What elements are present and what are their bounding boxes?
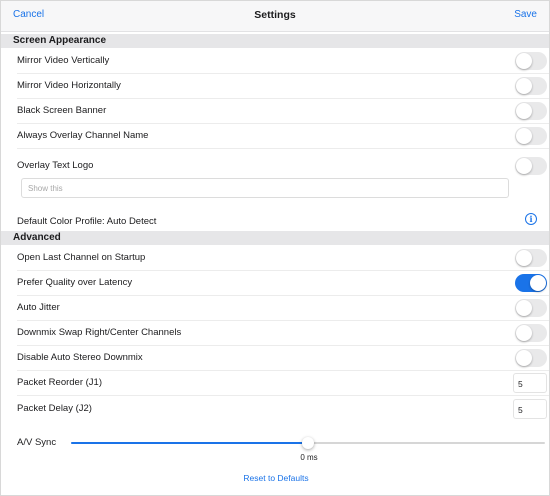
row-label: Auto Jitter: [17, 302, 60, 313]
toggle-knob: [516, 103, 532, 119]
row-label: Downmix Swap Right/Center Channels: [17, 327, 182, 338]
section-header-screen-appearance: Screen Appearance: [1, 34, 549, 48]
row-open-last-channel: Open Last Channel on Startup: [1, 246, 549, 271]
row-overlay-channel-name: Always Overlay Channel Name: [1, 124, 549, 149]
row-label: Prefer Quality over Latency: [17, 277, 133, 288]
mirror-vertical-toggle[interactable]: [515, 52, 547, 70]
save-button[interactable]: Save: [514, 9, 537, 20]
mirror-horizontal-toggle[interactable]: [515, 77, 547, 95]
row-label: Mirror Video Vertically: [17, 55, 110, 66]
color-profile-label: Default Color Profile: Auto Detect: [17, 216, 157, 227]
av-sync-slider-fill: [71, 442, 308, 444]
toggle-knob: [516, 250, 532, 266]
downmix-swap-toggle[interactable]: [515, 324, 547, 342]
row-label: Disable Auto Stereo Downmix: [17, 352, 143, 363]
av-sync-label: A/V Sync: [17, 437, 57, 448]
section-title: Advanced: [13, 232, 61, 243]
overlay-channel-name-toggle[interactable]: [515, 127, 547, 145]
section-title: Screen Appearance: [13, 35, 107, 46]
row-black-screen-banner: Black Screen Banner: [1, 99, 549, 124]
row-mirror-vertical: Mirror Video Vertically: [1, 49, 549, 74]
info-icon[interactable]: i: [525, 213, 537, 225]
auto-jitter-toggle[interactable]: [515, 299, 547, 317]
page-title: Settings: [254, 9, 296, 21]
row-overlay-text-logo: Overlay Text Logo: [1, 154, 549, 179]
row-prefer-quality: Prefer Quality over Latency: [1, 271, 549, 296]
toggle-knob: [516, 53, 532, 69]
row-label: Black Screen Banner: [17, 105, 107, 116]
row-label: Open Last Channel on Startup: [17, 252, 146, 263]
toggle-knob: [516, 350, 532, 366]
logo-text-input[interactable]: [21, 178, 509, 198]
row-label: Always Overlay Channel Name: [17, 130, 149, 141]
packet-reorder-input[interactable]: 5: [513, 373, 547, 393]
toggle-knob: [516, 78, 532, 94]
row-label: Packet Reorder (J1): [17, 377, 103, 388]
row-label: Overlay Text Logo: [17, 160, 94, 171]
row-divider: [17, 395, 549, 396]
row-disable-auto-stereo-downmix: Disable Auto Stereo Downmix: [1, 346, 549, 371]
row-label: Mirror Video Horizontally: [17, 80, 121, 91]
row-default-color-profile[interactable]: Default Color Profile: Auto Detect i: [1, 209, 549, 229]
toggle-knob: [516, 325, 532, 341]
row-label: Packet Delay (J2): [17, 403, 92, 414]
toggle-knob: [530, 275, 546, 291]
row-auto-jitter: Auto Jitter: [1, 296, 549, 321]
av-sync-slider-thumb[interactable]: [302, 437, 314, 449]
navigation-bar: Cancel Settings Save: [1, 1, 549, 32]
reset-to-defaults-button[interactable]: Reset to Defaults: [1, 473, 550, 483]
row-downmix-swap: Downmix Swap Right/Center Channels: [1, 321, 549, 346]
row-packet-delay: Packet Delay (J2) 5: [1, 397, 549, 422]
av-sync-value: 0 ms: [300, 453, 318, 462]
row-mirror-horizontal: Mirror Video Horizontally: [1, 74, 549, 99]
row-divider: [17, 148, 549, 149]
row-packet-reorder: Packet Reorder (J1) 5: [1, 371, 549, 396]
toggle-knob: [516, 128, 532, 144]
black-screen-banner-toggle[interactable]: [515, 102, 547, 120]
open-last-channel-toggle[interactable]: [515, 249, 547, 267]
packet-delay-input[interactable]: 5: [513, 399, 547, 419]
prefer-quality-toggle[interactable]: [515, 274, 547, 292]
disable-auto-stereo-downmix-toggle[interactable]: [515, 349, 547, 367]
section-header-advanced: Advanced: [1, 231, 549, 245]
toggle-knob: [516, 300, 532, 316]
toggle-knob: [516, 158, 532, 174]
overlay-text-logo-toggle[interactable]: [515, 157, 547, 175]
